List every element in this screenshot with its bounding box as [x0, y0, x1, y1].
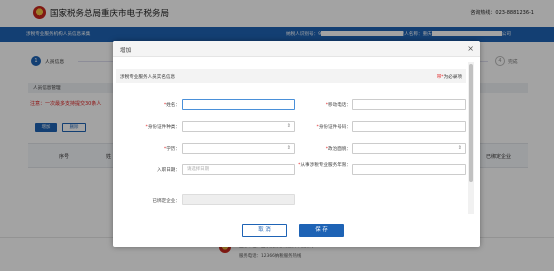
- mobile-label-text: 移动电话：: [328, 103, 351, 108]
- dialog-title: 增加: [120, 48, 132, 54]
- bound-company-field: [182, 194, 295, 205]
- id-type-select[interactable]: ⇕: [182, 121, 295, 132]
- join-date-label: 入职日期：: [114, 167, 180, 173]
- join-date-placeholder: 请选择日期: [187, 167, 209, 172]
- cancel-button[interactable]: 取 消: [242, 224, 287, 237]
- add-person-dialog: 增加 × 涉税专业服务人员实名信息 带*为必录项 *姓名： *移动电话： *身份…: [113, 41, 480, 247]
- name-label: *姓名：: [114, 102, 180, 108]
- id-number-label-text: 身份证件号码：: [318, 125, 351, 130]
- bound-company-label-text: 已绑定企业：: [152, 199, 180, 204]
- join-date-label-text: 入职日期：: [157, 168, 180, 173]
- education-label: *学历：: [114, 146, 180, 152]
- political-label-text: 政治面貌：: [328, 147, 351, 152]
- years-input[interactable]: [352, 164, 466, 175]
- mobile-input[interactable]: [352, 99, 466, 110]
- form-section-title: 涉税专业服务人员实名信息: [120, 74, 176, 80]
- id-number-input[interactable]: [352, 121, 466, 132]
- education-label-text: 学历：: [166, 147, 180, 152]
- id-number-label: *身份证件号码：: [285, 124, 351, 130]
- save-button[interactable]: 保 存: [299, 224, 344, 237]
- required-note: 带*为必录项: [437, 74, 462, 80]
- form-section-header: 涉税专业服务人员实名信息 带*为必录项: [116, 69, 466, 83]
- education-select[interactable]: ⇕: [182, 143, 295, 154]
- dialog-scrollbar[interactable]: [468, 62, 474, 214]
- required-note-star: 带*: [436, 74, 444, 80]
- bound-company-label: 已绑定企业：: [114, 198, 180, 204]
- join-date-input[interactable]: 请选择日期: [182, 164, 295, 175]
- id-type-label-text: 身份证件种类：: [147, 125, 180, 130]
- id-type-label: *身份证件种类：: [114, 124, 180, 130]
- name-input[interactable]: [182, 99, 295, 110]
- political-select[interactable]: ⇕: [352, 143, 466, 154]
- dialog-titlebar: 增加 ×: [113, 41, 480, 57]
- years-label: *从事涉税专业服务年限：: [285, 163, 351, 170]
- name-label-text: 姓名：: [166, 103, 180, 108]
- scrollbar-thumb[interactable]: [469, 64, 473, 182]
- required-note-text: 为必录项: [443, 74, 462, 80]
- close-icon[interactable]: ×: [467, 44, 474, 53]
- mobile-label: *移动电话：: [285, 102, 351, 108]
- years-label-text: 从事涉税专业服务年限：: [300, 163, 351, 168]
- select-arrow-icon: ⇕: [457, 145, 462, 151]
- political-label: *政治面貌：: [285, 146, 351, 152]
